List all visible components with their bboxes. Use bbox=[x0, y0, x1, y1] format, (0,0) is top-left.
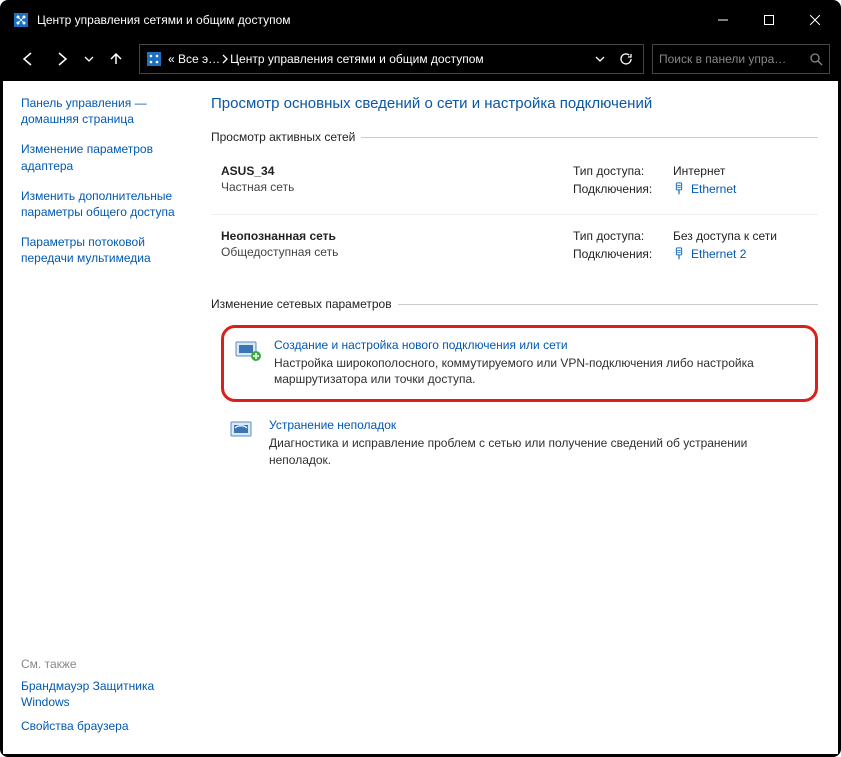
conn-label: Подключения: bbox=[573, 247, 673, 261]
sidebar-link-media[interactable]: Параметры потоковой передачи мультимедиа bbox=[21, 234, 199, 266]
search-icon bbox=[809, 52, 823, 66]
troubleshoot-icon bbox=[229, 418, 257, 467]
maximize-button[interactable] bbox=[746, 3, 792, 37]
sidebar-link-sharing[interactable]: Изменить дополнительные параметры общего… bbox=[21, 188, 199, 220]
network-kind: Частная сеть bbox=[221, 180, 573, 194]
ethernet-icon bbox=[673, 182, 685, 196]
window-title: Центр управления сетями и общим доступом bbox=[37, 13, 700, 27]
breadcrumb-current-label: Центр управления сетями и общим доступом bbox=[230, 52, 484, 66]
breadcrumb-current[interactable]: Центр управления сетями и общим доступом bbox=[230, 52, 484, 66]
content: Панель управления — домашняя страница Из… bbox=[3, 81, 838, 754]
network-kind: Общедоступная сеть bbox=[221, 245, 573, 259]
back-button[interactable] bbox=[11, 43, 45, 75]
task-link[interactable]: Создание и настройка нового подключения … bbox=[274, 338, 568, 352]
sidebar: Панель управления — домашняя страница Из… bbox=[3, 81, 211, 754]
main-panel: Просмотр основных сведений о сети и наст… bbox=[211, 81, 838, 754]
app-icon bbox=[13, 12, 29, 28]
access-value: Интернет bbox=[673, 164, 725, 178]
conn-link[interactable]: Ethernet 2 bbox=[673, 247, 746, 261]
titlebar: Центр управления сетями и общим доступом bbox=[3, 3, 838, 37]
access-label: Тип доступа: bbox=[573, 164, 673, 178]
up-button[interactable] bbox=[99, 43, 133, 75]
search-box[interactable]: Поиск в панели упра… bbox=[652, 44, 830, 74]
task-new-connection[interactable]: Создание и настройка нового подключения … bbox=[221, 325, 818, 402]
breadcrumb-root-label: « Все э… bbox=[168, 52, 220, 66]
conn-label: Подключения: bbox=[573, 182, 673, 196]
task-troubleshoot[interactable]: Устранение неполадок Диагностика и испра… bbox=[211, 412, 818, 477]
new-connection-icon bbox=[234, 338, 262, 387]
search-placeholder: Поиск в панели упра… bbox=[659, 52, 809, 66]
see-also-browser[interactable]: Свойства браузера bbox=[21, 719, 199, 735]
sidebar-link-home[interactable]: Панель управления — домашняя страница bbox=[21, 95, 199, 127]
breadcrumb-root[interactable]: « Все э… bbox=[168, 52, 220, 66]
sidebar-link-adapter[interactable]: Изменение параметров адаптера bbox=[21, 141, 199, 173]
network-name: ASUS_34 bbox=[221, 164, 573, 178]
access-value: Без доступа к сети bbox=[673, 229, 777, 243]
address-dropdown[interactable] bbox=[587, 54, 613, 64]
network-row: Неопознанная сеть Общедоступная сеть Тип… bbox=[211, 214, 818, 279]
active-networks-group: Просмотр активных сетей ASUS_34 Частная … bbox=[211, 130, 818, 279]
minimize-button[interactable] bbox=[700, 3, 746, 37]
forward-button[interactable] bbox=[45, 43, 79, 75]
access-label: Тип доступа: bbox=[573, 229, 673, 243]
see-also-section: См. также Брандмауэр Защитника Windows С… bbox=[21, 657, 199, 744]
task-desc: Настройка широкополосного, коммутируемог… bbox=[274, 355, 803, 387]
see-also-firewall[interactable]: Брандмауэр Защитника Windows bbox=[21, 679, 199, 710]
refresh-button[interactable] bbox=[613, 52, 639, 66]
task-link[interactable]: Устранение неполадок bbox=[269, 418, 396, 432]
network-name: Неопознанная сеть bbox=[221, 229, 573, 243]
chevron-right-icon bbox=[220, 54, 230, 64]
task-desc: Диагностика и исправление проблем с сеть… bbox=[269, 435, 810, 467]
page-heading: Просмотр основных сведений о сети и наст… bbox=[211, 95, 818, 112]
ethernet-icon bbox=[673, 247, 685, 261]
change-params-group: Изменение сетевых параметров Создание и … bbox=[211, 297, 818, 478]
address-bar[interactable]: « Все э… Центр управления сетями и общим… bbox=[139, 44, 644, 74]
active-networks-legend: Просмотр активных сетей bbox=[211, 130, 361, 144]
history-dropdown[interactable] bbox=[79, 43, 99, 75]
addr-icon bbox=[146, 51, 162, 67]
change-params-legend: Изменение сетевых параметров bbox=[211, 297, 398, 311]
see-also-header: См. также bbox=[21, 657, 199, 671]
close-button[interactable] bbox=[792, 3, 838, 37]
network-row: ASUS_34 Частная сеть Тип доступа: Интерн… bbox=[211, 156, 818, 214]
conn-link[interactable]: Ethernet bbox=[673, 182, 736, 196]
navbar: « Все э… Центр управления сетями и общим… bbox=[3, 37, 838, 81]
